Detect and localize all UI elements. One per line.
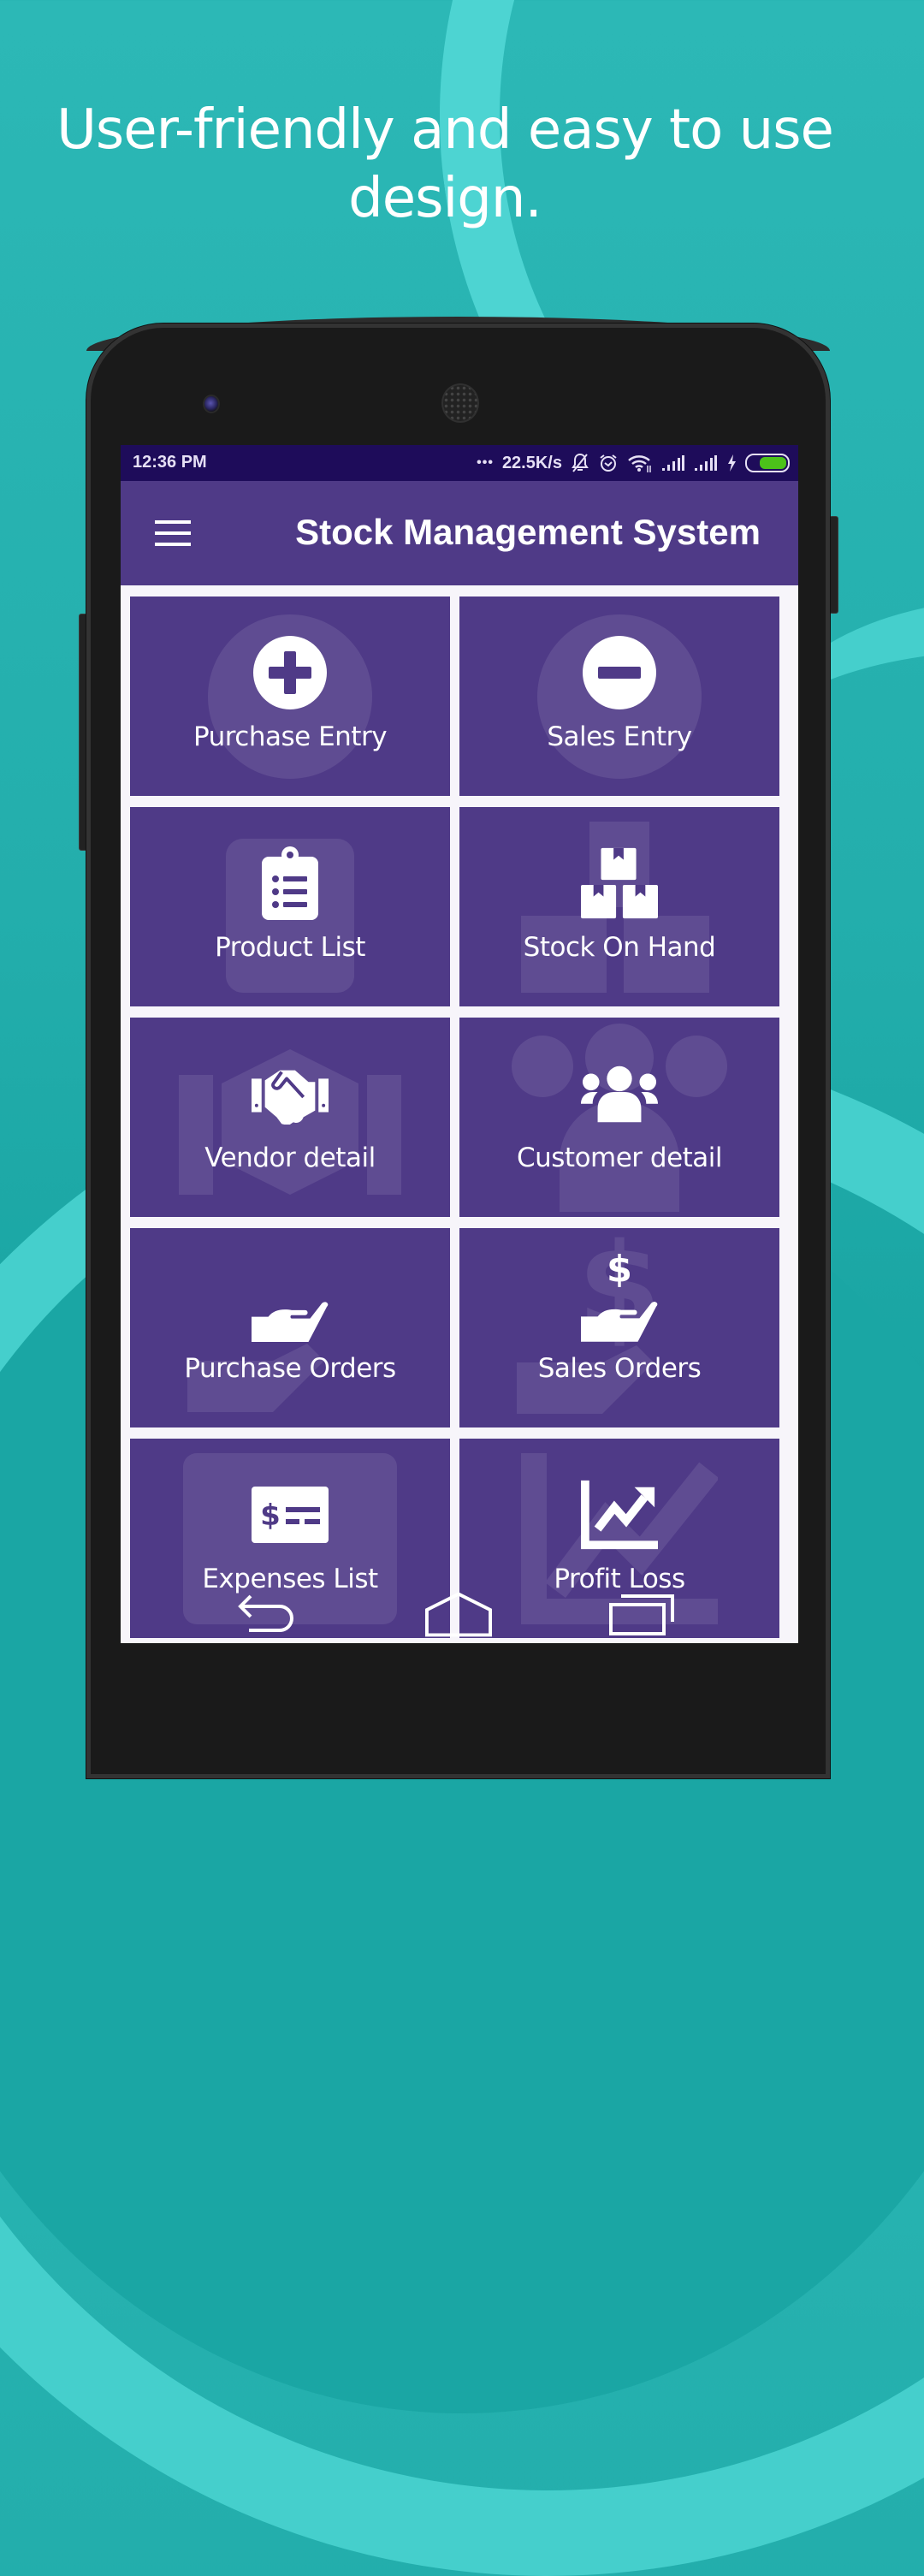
hamburger-menu-icon[interactable] bbox=[155, 520, 191, 546]
more-notifications-icon: ••• bbox=[477, 455, 494, 470]
battery-icon bbox=[745, 454, 790, 472]
headline-line-1: User-friendly and easy to use bbox=[56, 98, 834, 162]
recents-icon[interactable] bbox=[608, 1588, 677, 1640]
back-icon[interactable] bbox=[232, 1588, 300, 1640]
signal-icon-2 bbox=[694, 454, 718, 472]
front-camera-icon bbox=[203, 395, 220, 413]
headline-line-2: design. bbox=[348, 167, 542, 230]
svg-text:$: $ bbox=[260, 1499, 281, 1533]
promo-headline: User-friendly and easy to use design. bbox=[34, 96, 856, 233]
minus-circle-icon bbox=[581, 634, 658, 711]
svg-text:$: $ bbox=[607, 1248, 632, 1291]
navigation-bar bbox=[121, 1588, 798, 1643]
users-icon bbox=[581, 1055, 658, 1132]
bell-muted-icon bbox=[571, 453, 589, 473]
boxes-icon bbox=[581, 845, 658, 922]
network-speed: 22.5K/s bbox=[501, 453, 562, 472]
tile-label: Purchase Entry bbox=[192, 721, 388, 752]
clipboard-list-icon bbox=[252, 845, 329, 922]
tile-sales-orders[interactable]: $ $ Sales Orders bbox=[459, 1228, 779, 1427]
home-icon[interactable] bbox=[424, 1588, 493, 1640]
status-icons: ••• 22.5K/s bbox=[477, 450, 790, 476]
tile-customer-detail[interactable]: Customer detail bbox=[459, 1018, 779, 1217]
phone-screen: 12:36 PM ••• 22.5K/s Stock Management Sy… bbox=[121, 445, 798, 1643]
plus-circle-icon bbox=[252, 634, 329, 711]
tile-purchase-orders[interactable]: Purchase Orders bbox=[130, 1228, 450, 1427]
tile-product-list[interactable]: Product List bbox=[130, 807, 450, 1006]
tile-sales-entry[interactable]: Sales Entry bbox=[459, 597, 779, 796]
alarm-icon bbox=[598, 453, 619, 473]
wifi-icon bbox=[627, 454, 653, 472]
status-bar: 12:36 PM ••• 22.5K/s bbox=[121, 445, 798, 481]
hand-holding-dollar-icon: $ bbox=[581, 1243, 658, 1343]
money-check-icon: $ bbox=[252, 1476, 329, 1553]
tile-label: Product List bbox=[215, 932, 365, 963]
tile-vendor-detail[interactable]: Vendor detail bbox=[130, 1018, 450, 1217]
tile-purchase-entry[interactable]: Purchase Entry bbox=[130, 597, 450, 796]
tile-label: Customer detail bbox=[516, 1143, 723, 1173]
tile-label: Vendor detail bbox=[204, 1143, 376, 1173]
app-title: Stock Management System bbox=[295, 512, 761, 552]
tile-stock-on-hand[interactable]: Stock On Hand bbox=[459, 807, 779, 1006]
tile-label: Sales Entry bbox=[547, 721, 692, 752]
earpiece-speaker-icon bbox=[441, 383, 479, 423]
tile-label: Purchase Orders bbox=[184, 1353, 396, 1384]
phone-power-button bbox=[829, 516, 838, 614]
app-bar: Stock Management System bbox=[121, 481, 798, 585]
chart-line-icon bbox=[581, 1476, 658, 1553]
tile-label: Stock On Hand bbox=[523, 932, 716, 963]
tile-label: Sales Orders bbox=[537, 1353, 702, 1384]
status-time: 12:36 PM bbox=[133, 453, 207, 472]
handshake-icon bbox=[252, 1055, 329, 1132]
hand-holding-icon bbox=[252, 1266, 329, 1343]
battery-level bbox=[760, 457, 786, 469]
charging-icon bbox=[726, 454, 737, 472]
signal-icon bbox=[661, 454, 685, 472]
